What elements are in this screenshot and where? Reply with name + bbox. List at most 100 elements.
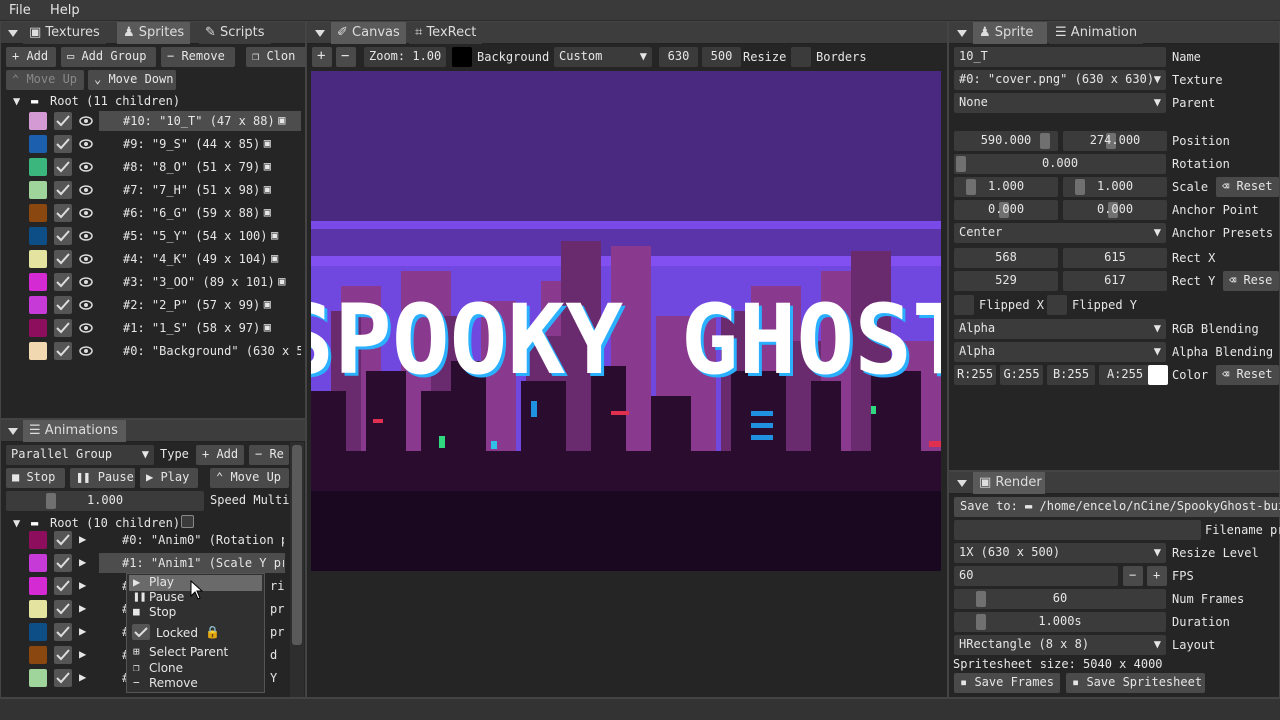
anchor-x-slider[interactable]: 0.000 <box>954 200 1058 220</box>
remove-sprite-button[interactable]: − Remove <box>161 47 235 67</box>
ctx-pause[interactable]: Pause <box>149 590 184 604</box>
tab-canvas[interactable]: ✐ Canvas <box>331 22 406 44</box>
eye-icon[interactable] <box>79 230 93 241</box>
ctx-select-parent[interactable]: Select Parent <box>149 645 228 659</box>
play-button[interactable]: ▶ Play <box>140 468 198 488</box>
fps-input[interactable]: 60 <box>954 566 1118 586</box>
scale-reset-button[interactable]: ⌫ Reset <box>1216 177 1279 197</box>
tab-texrect[interactable]: ⌗ TexRect <box>409 22 483 44</box>
alpha-blending-select[interactable]: Alpha ▼ <box>954 342 1166 362</box>
sprite-visible-checkbox[interactable] <box>54 227 72 245</box>
color-r-field[interactable]: R:255 <box>954 365 996 385</box>
animation-enabled-checkbox[interactable] <box>54 554 72 572</box>
color-reset-button[interactable]: ⌫ Reset <box>1216 365 1279 385</box>
eye-icon[interactable] <box>79 345 93 356</box>
animation-enabled-checkbox[interactable] <box>54 646 72 664</box>
add-animation-button[interactable]: + Add <box>196 445 244 465</box>
eye-icon[interactable] <box>79 115 93 126</box>
rotation-slider[interactable]: 0.000 <box>954 154 1166 174</box>
animation-enabled-checkbox[interactable] <box>54 577 72 595</box>
color-swatch[interactable] <box>1148 365 1168 385</box>
flipped-y-checkbox[interactable] <box>1047 295 1067 315</box>
rgb-blending-select[interactable]: Alpha ▼ <box>954 319 1166 339</box>
sprite-list-item[interactable]: #2: "2_P" (57 x 99) <box>123 298 301 312</box>
num-frames-slider[interactable]: 60 <box>954 589 1166 609</box>
speed-multiplier-slider[interactable]: 1.000 <box>6 491 204 511</box>
canvas-width-field[interactable]: 630 <box>659 47 698 67</box>
color-b-field[interactable]: B:255 <box>1047 365 1095 385</box>
sprite-list-item[interactable]: #1: "1_S" (58 x 97) <box>123 321 301 335</box>
sprite-list-item[interactable]: #0: "Background" (630 x 50 <box>123 344 301 358</box>
slider-grab[interactable] <box>1075 179 1085 195</box>
background-select[interactable]: Custom ▼ <box>554 47 652 67</box>
tree-expand-icon[interactable]: ▼ <box>13 516 20 530</box>
animation-list-item[interactable]: #1: "Anim1" (Scale Y pr <box>122 556 284 570</box>
animation-color-swatch[interactable] <box>29 669 47 687</box>
scroll-thumb[interactable] <box>292 445 302 645</box>
canvas-height-field[interactable]: 500 <box>702 47 741 67</box>
sprite-visible-checkbox[interactable] <box>54 342 72 360</box>
rect-y2-field[interactable]: 617 <box>1063 271 1167 291</box>
sprite-color-swatch[interactable] <box>29 135 47 153</box>
canvas-viewport[interactable]: SPOOKY GHOST SPOOKY GHOST <box>311 71 941 571</box>
animations-scrollbar[interactable] <box>290 442 304 697</box>
resize-level-select[interactable]: 1X (630 x 500) ▼ <box>954 543 1166 563</box>
sprite-color-swatch[interactable] <box>29 227 47 245</box>
root-lock-checkbox[interactable] <box>181 515 194 528</box>
tab-render[interactable]: ▣ Render <box>973 472 1045 494</box>
fps-decrease-button[interactable]: − <box>1123 566 1143 586</box>
add-sprite-button[interactable]: + Add <box>6 47 56 67</box>
rect-x1-field[interactable]: 568 <box>954 248 1058 268</box>
clone-sprite-button[interactable]: ❐ Clon <box>246 47 307 67</box>
collapse-arrow-icon[interactable] <box>8 30 18 37</box>
sprite-visible-checkbox[interactable] <box>54 112 72 130</box>
animation-enabled-checkbox[interactable] <box>54 623 72 641</box>
sprite-color-swatch[interactable] <box>29 319 47 337</box>
sprite-color-swatch[interactable] <box>29 342 47 360</box>
anim-move-up-button[interactable]: ⌃ Move Up <box>210 468 289 488</box>
sprite-color-swatch[interactable] <box>29 158 47 176</box>
scale-x-slider[interactable]: 1.000 <box>954 177 1058 197</box>
tab-scripts[interactable]: ✎ Scripts <box>199 22 271 44</box>
slider-grab[interactable] <box>956 156 966 172</box>
rect-x2-field[interactable]: 615 <box>1063 248 1167 268</box>
fps-increase-button[interactable]: + <box>1147 566 1167 586</box>
save-spritesheet-button[interactable]: ▪ Save Spritesheet <box>1066 673 1205 693</box>
sprite-list-item[interactable]: #6: "6_G" (59 x 88) <box>123 206 301 220</box>
animation-color-swatch[interactable] <box>29 577 47 595</box>
tab-sprite[interactable]: ♟ Sprite <box>973 22 1047 44</box>
sprite-visible-checkbox[interactable] <box>54 204 72 222</box>
animation-color-swatch[interactable] <box>29 600 47 618</box>
slider-grab[interactable] <box>966 179 976 195</box>
sprite-list-item[interactable]: #9: "9_S" (44 x 85) <box>123 137 301 151</box>
zoom-out-button[interactable]: − <box>336 47 356 67</box>
sprite-list-item[interactable]: #10: "10_T" (47 x 88) <box>123 114 301 128</box>
sprite-color-swatch[interactable] <box>29 204 47 222</box>
sprite-visible-checkbox[interactable] <box>54 319 72 337</box>
animation-color-swatch[interactable] <box>29 646 47 664</box>
slider-grab[interactable] <box>976 591 986 607</box>
sprite-color-swatch[interactable] <box>29 273 47 291</box>
background-color-swatch[interactable] <box>452 47 472 67</box>
parent-select[interactable]: None ▼ <box>954 93 1166 113</box>
save-frames-button[interactable]: ▪ Save Frames <box>954 673 1060 693</box>
sprite-visible-checkbox[interactable] <box>54 273 72 291</box>
tab-textures[interactable]: ▣ Textures <box>23 22 106 44</box>
sprite-list-item[interactable]: #7: "7_H" (51 x 98) <box>123 183 301 197</box>
tab-sprites[interactable]: ♟ Sprites <box>117 22 191 44</box>
animation-enabled-checkbox[interactable] <box>54 669 72 687</box>
ctx-clone[interactable]: Clone <box>149 661 183 675</box>
tree-expand-icon[interactable]: ▼ <box>13 94 20 108</box>
position-y-slider[interactable]: 274.000 <box>1063 131 1167 151</box>
collapse-arrow-icon[interactable] <box>315 30 325 37</box>
move-down-button[interactable]: ⌄ Move Down <box>88 70 176 90</box>
save-to-button[interactable]: Save to: ▬ /home/encelo/nCine/SpookyGhos… <box>954 497 1280 517</box>
rect-y1-field[interactable]: 529 <box>954 271 1058 291</box>
eye-icon[interactable] <box>79 207 93 218</box>
collapse-arrow-icon[interactable] <box>957 30 967 37</box>
slider-grab[interactable] <box>1040 133 1050 149</box>
eye-icon[interactable] <box>79 184 93 195</box>
borders-checkbox[interactable] <box>791 47 811 67</box>
duration-slider[interactable]: 1.000s <box>954 612 1166 632</box>
eye-icon[interactable] <box>79 276 93 287</box>
